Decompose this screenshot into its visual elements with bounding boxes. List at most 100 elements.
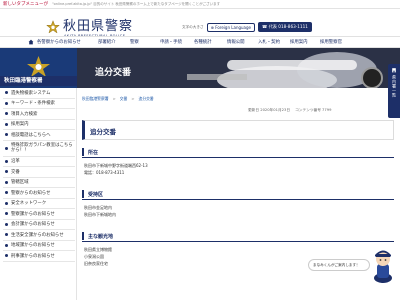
sidebar-item-accounting[interactable]: 会計課からのお知らせ (3, 220, 75, 230)
foreign-language-button[interactable]: ⊕ Foreign Language (206, 22, 256, 32)
notice-label: 新しいタブメニューが (3, 2, 48, 7)
bullet-icon (5, 201, 8, 205)
nav-item-bidding[interactable]: 入札・契約 (258, 39, 280, 45)
sidebar-item-label: 刑事課からのお知らせ (11, 253, 55, 259)
station-list-tab[interactable]: 県内署一覧 (388, 64, 400, 118)
chatbot-mascot-icon[interactable] (370, 248, 396, 284)
bullet-icon (5, 133, 8, 137)
sidebar-item-label: 会計課からのお知らせ (11, 222, 55, 228)
bullet-icon (5, 180, 8, 184)
sidebar-item-consultation[interactable]: 相談電話はこちらへ (3, 130, 75, 141)
site-header: 秋田県警察 AKITA PREFECTURAL POLICE 文字の大きさ ⊕ … (0, 9, 400, 38)
bullet-icon (5, 146, 8, 150)
foreign-language-label: Foreign Language (215, 24, 252, 30)
section-header: 受持区 (82, 189, 394, 200)
font-size-label[interactable]: 文字の大きさ (182, 25, 204, 30)
police-emblem-icon[interactable] (46, 20, 60, 34)
sidebar-title[interactable]: 秋田臨港警察署 (0, 76, 77, 86)
sidebar-item-history[interactable]: 沿革 (3, 157, 75, 167)
hero-banner: 追分交番 (77, 48, 400, 88)
sidebar-item-community-safety[interactable]: 生活安全課からのお知らせ (3, 230, 75, 241)
bullet-icon (5, 243, 8, 247)
site-title[interactable]: 秋田県警察 (63, 20, 133, 33)
bullet-icon (5, 112, 8, 116)
sidebar-item-police-news[interactable]: 警察からのお知らせ (3, 188, 75, 199)
notice-text: "online.pref.akita.jp.jp" 目的のサイト 秋田県警察のホ… (52, 1, 221, 6)
section-header: 主な観光地 (82, 231, 394, 242)
station-list-label: 県内署一覧 (392, 75, 397, 98)
sidebar-item-label: 安全ネットワーク (11, 201, 47, 207)
section-body: 秋田市下新城中野字街道端西62-13 電話：018-873-4311 (82, 158, 394, 176)
district-text: 秋田市金足地内 (84, 205, 112, 210)
bullet-icon (5, 222, 8, 226)
sidebar-item-label: キーワード・条件検索 (11, 101, 55, 107)
sidebar-item-label: 沿革 (11, 159, 20, 165)
sidebar-item-safety-network[interactable]: 安全ネットワーク (3, 199, 75, 209)
sidebar-item-fraud-class[interactable]: 特殊詐欺ガラパン教室はこちらから！！ (3, 141, 75, 157)
home-icon[interactable] (28, 39, 34, 45)
notice-bar: 新しいタブメニューが "online.pref.akita.jp.jp" 目的の… (0, 0, 400, 9)
sidebar-item-label: 採用案内 (11, 122, 29, 128)
section-bar (82, 148, 84, 156)
page-title-box: 追分交番 (82, 120, 394, 140)
bullet-icon (5, 170, 8, 174)
section-district: 受持区 秋田市金足地内 秋田市下新城地内 (82, 189, 394, 218)
nav-item-recruit-officers[interactable]: 採用警察官 (320, 39, 342, 45)
bullet-icon (5, 191, 8, 195)
page-title: 追分交番 (90, 128, 116, 136)
sidebar-item-label: 相談電話はこちらへ (11, 132, 51, 138)
updated-date: 更新日 2020年01月23日 (248, 108, 291, 112)
sidebar-item-jurisdiction[interactable]: 管轄区域 (3, 178, 75, 188)
sidebar-item-label: 警察からのお知らせ (11, 190, 51, 196)
section-title: 受持区 (88, 191, 104, 198)
header-tools: 文字の大きさ ⊕ Foreign Language ☎ 代表 018-863-1… (182, 22, 312, 32)
sidebar-item-field-search[interactable]: 項目入力検索 (3, 109, 75, 120)
section-title: 所在 (88, 149, 99, 156)
tel-button[interactable]: ☎ 代表 018-863-1111 (258, 22, 312, 32)
global-nav: 各警察からのお知らせ 部署紹介 警察 申請・手続 各種統計 情報公開 入札・契約… (0, 36, 400, 48)
content-number: コンテンツ番号 7799 (295, 108, 332, 112)
chatbot-bubble[interactable]: まなみくんがご案内します！ (308, 259, 370, 271)
district-text: 秋田市下新城地内 (84, 212, 116, 217)
breadcrumb-separator: > (131, 96, 135, 101)
bullet-icon (5, 254, 8, 258)
nav-item-statistics[interactable]: 各種統計 (194, 39, 212, 45)
nav-item-departments[interactable]: 部署紹介 (98, 39, 116, 45)
building-icon (392, 68, 396, 73)
sidebar-item-label: 生活安全課からのお知らせ (11, 232, 64, 238)
sidebar-item-criminal[interactable]: 刑事課からのお知らせ (3, 251, 75, 262)
nav-item-news[interactable]: 各警察からのお知らせ (37, 39, 81, 45)
bullet-icon (5, 122, 8, 126)
section-bar (82, 190, 84, 198)
breadcrumb: 秋田臨港警察署 > 交番 > 追分交番 (82, 96, 154, 102)
breadcrumb-item-current: 追分交番 (138, 96, 154, 101)
phone-text: 電話：018-873-4311 (84, 170, 125, 175)
sidebar-item-lost-property[interactable]: 遺失物検索システム (3, 88, 75, 99)
sidebar-item-police-division[interactable]: 警察課からのお知らせ (3, 209, 75, 220)
address-text: 秋田市下新城中野字街道端西62-13 (84, 163, 148, 168)
section-title: 主な観光地 (88, 233, 114, 240)
nav-item-applications[interactable]: 申請・手続 (160, 39, 182, 45)
nav-item-recruitment[interactable]: 採用案内 (290, 39, 308, 45)
bullet-icon (5, 159, 8, 163)
sidebar-item-label: 地域課からのお知らせ (11, 243, 55, 249)
attraction-text: 秋田県立博物館 (84, 247, 112, 252)
section-header: 所在 (82, 147, 394, 158)
bullet-icon (5, 233, 8, 237)
nav-item-police[interactable]: 警察 (130, 39, 139, 45)
sidebar-item-label: 交番 (11, 169, 20, 175)
breadcrumb-item-station[interactable]: 秋田臨港警察署 (82, 96, 109, 102)
page-meta: 更新日 2020年01月23日 コンテンツ番号 7799 (248, 108, 331, 113)
sidebar-item-keyword-search[interactable]: キーワード・条件検索 (3, 99, 75, 109)
breadcrumb-item-koban[interactable]: 交番 (120, 96, 128, 102)
tel-label: 代表 018-863-1111 (268, 24, 308, 29)
section-bar (82, 232, 84, 240)
sidebar-item-koban[interactable]: 交番 (3, 167, 75, 178)
sidebar-item-recruitment[interactable]: 採用案内 (3, 120, 75, 130)
section-body: 秋田市金足地内 秋田市下新城地内 (82, 200, 394, 218)
sidebar-item-label: 遺失物検索システム (11, 90, 51, 96)
sidebar-item-label: 項目入力検索 (11, 111, 38, 117)
sidebar-list: 遺失物検索システム キーワード・条件検索 項目入力検索 採用案内 相談電話はこち… (3, 88, 75, 262)
sidebar-item-regional[interactable]: 地域課からのお知らせ (3, 241, 75, 251)
nav-item-disclosure[interactable]: 情報公開 (227, 39, 245, 45)
